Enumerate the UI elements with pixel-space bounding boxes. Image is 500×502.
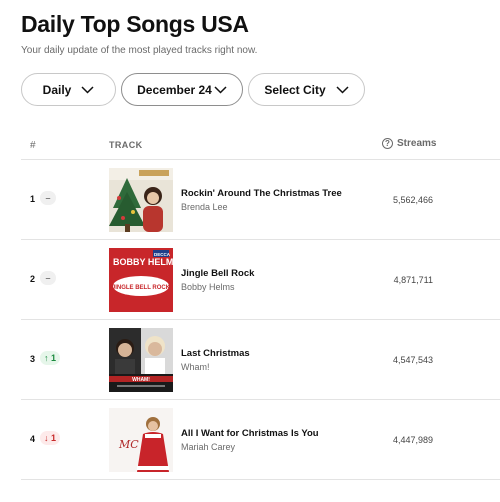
artist-name[interactable]: Wham!: [181, 362, 210, 372]
rank-change-badge: –: [40, 271, 56, 285]
album-art-image: WHAM!: [109, 328, 173, 392]
rank-number: 4: [30, 434, 36, 444]
rank-change-badge: ↓ 1: [40, 431, 61, 445]
rank-number: 3: [30, 354, 36, 364]
date-dropdown[interactable]: December 24: [121, 73, 243, 106]
chevron-down-icon: [214, 85, 227, 94]
rank-number: 2: [30, 274, 36, 284]
chevron-down-icon: [336, 85, 349, 94]
album-art[interactable]: WHAM!: [109, 328, 173, 392]
album-art[interactable]: BOBBY HELMS DECCA JINGLE BELL ROCK: [109, 248, 173, 312]
table-header: # TRACK ? Streams: [21, 131, 500, 160]
artwork-band-text: WHAM!: [132, 377, 150, 383]
rank-change-badge: –: [40, 191, 56, 205]
date-label: December 24: [137, 82, 212, 97]
artist-name[interactable]: Mariah Carey: [181, 442, 235, 452]
chart-table: 1 – Rockin' Around The Christmas Tree Br…: [21, 160, 500, 480]
song-title[interactable]: Last Christmas: [181, 348, 250, 359]
city-dropdown[interactable]: Select City: [248, 73, 365, 106]
rank-change-badge: ↑ 1: [40, 351, 61, 365]
frequency-dropdown[interactable]: Daily: [21, 73, 116, 106]
info-icon[interactable]: ?: [382, 138, 393, 149]
song-title[interactable]: Rockin' Around The Christmas Tree: [181, 188, 342, 199]
song-title[interactable]: Jingle Bell Rock: [181, 268, 254, 279]
album-art-image: [109, 168, 173, 232]
artist-name[interactable]: Bobby Helms: [181, 282, 235, 292]
rank-number: 1: [30, 194, 36, 204]
artist-name[interactable]: Brenda Lee: [181, 202, 228, 212]
song-title[interactable]: All I Want for Christmas Is You: [181, 428, 319, 439]
stream-count: 4,871,711: [393, 275, 433, 285]
table-row[interactable]: 2 – BOBBY HELMS DECCA JINGLE BELL ROCK J…: [21, 240, 500, 320]
album-art[interactable]: [109, 168, 173, 232]
rank-column-header: #: [30, 140, 36, 151]
filter-bar: Daily December 24 Select City: [21, 73, 365, 106]
streams-header-label: Streams: [397, 138, 437, 149]
artwork-logo-text: MC: [118, 438, 139, 451]
stream-count: 5,562,466: [392, 195, 433, 205]
track-column-header: TRACK: [109, 140, 143, 150]
record-label-logo: DECCA: [154, 252, 171, 257]
frequency-label: Daily: [42, 82, 72, 97]
stream-count: 4,447,989: [392, 435, 433, 445]
table-row[interactable]: 4 ↓ 1 MC All I Want for Christmas Is You…: [21, 400, 500, 480]
album-art-image: MC: [109, 408, 173, 472]
stream-count: 4,547,543: [392, 355, 433, 365]
album-art-image: BOBBY HELMS DECCA JINGLE BELL ROCK: [109, 248, 173, 312]
chevron-down-icon: [81, 85, 94, 94]
artwork-band-text: BOBBY HELMS: [113, 257, 173, 267]
album-art[interactable]: MC: [109, 408, 173, 472]
streams-column-header[interactable]: ? Streams: [382, 138, 436, 149]
city-label: Select City: [264, 82, 326, 97]
page-title: Daily Top Songs USA: [21, 11, 249, 37]
artwork-title-text: JINGLE BELL ROCK: [112, 285, 171, 291]
page-subtitle: Your daily update of the most played tra…: [21, 45, 258, 56]
table-row[interactable]: 3 ↑ 1 WHAM! Last Christmas Wham! 4,547,5…: [21, 320, 500, 400]
table-row[interactable]: 1 – Rockin' Around The Christmas Tree Br…: [21, 160, 500, 240]
